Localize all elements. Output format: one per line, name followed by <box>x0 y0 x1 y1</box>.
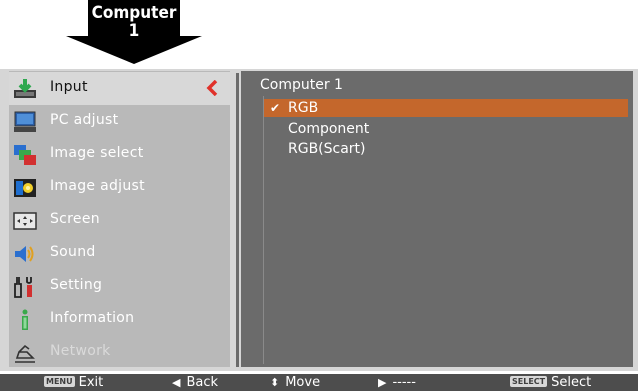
select-hint: SELECT Select <box>510 374 591 391</box>
callout-line2: 1 <box>128 21 140 41</box>
menu-item-label: Network <box>50 343 111 359</box>
menu-item-pc-adjust[interactable]: PC adjust <box>9 105 230 138</box>
main-menu: Input PC adjust Image select Image adjus… <box>9 71 230 367</box>
option-rgb[interactable]: ✔ RGB <box>264 99 628 117</box>
exit-label: Exit <box>78 375 104 390</box>
menu-item-information[interactable]: Information <box>9 303 230 336</box>
menu-item-setting[interactable]: Setting <box>9 270 230 303</box>
select-label: Select <box>551 375 592 390</box>
exit-hint: MENU Exit <box>44 374 103 391</box>
menu-item-label: Input <box>50 79 88 95</box>
menu-item-image-adjust[interactable]: Image adjust <box>9 171 230 204</box>
option-label: RGB(Scart) <box>288 141 366 157</box>
menu-item-label: PC adjust <box>50 112 119 128</box>
move-label: Move <box>285 375 321 390</box>
option-label: RGB <box>288 100 319 116</box>
image-select-icon <box>13 144 37 166</box>
source-callout: Computer 1 <box>64 0 204 64</box>
information-icon <box>13 309 37 331</box>
menu-item-sound[interactable]: Sound <box>9 237 230 270</box>
back-label: Back <box>186 375 219 390</box>
back-hint: ◀ Back <box>172 374 218 391</box>
key-guide-bar: MENU Exit ◀ Back ⬍ Move ▶ ----- SELECT Select <box>0 374 638 391</box>
menu-item-label: Sound <box>50 244 96 260</box>
move-hint: ⬍ Move <box>270 374 320 391</box>
panel-divider <box>236 73 239 367</box>
menu-key-icon: MENU <box>44 376 75 387</box>
next-label: ----- <box>392 375 416 390</box>
left-arrow-icon: ◀ <box>172 376 181 389</box>
next-hint: ▶ ----- <box>378 374 416 391</box>
input-icon <box>13 78 37 100</box>
up-down-arrow-icon: ⬍ <box>270 376 280 389</box>
pc-adjust-icon <box>13 111 37 133</box>
submenu-title: Computer 1 <box>260 77 343 93</box>
menu-item-label: Image select <box>50 145 144 161</box>
callout-text: Computer 1 <box>88 4 180 40</box>
callout-line1: Computer <box>91 3 177 23</box>
menu-item-label: Setting <box>50 277 103 293</box>
screen-icon <box>13 210 37 232</box>
menu-item-label: Screen <box>50 211 100 227</box>
menu-item-network[interactable]: Network <box>9 336 230 369</box>
osd-menu: Input PC adjust Image select Image adjus… <box>0 69 638 371</box>
chevron-left-icon <box>206 79 218 97</box>
option-label: Component <box>288 121 370 137</box>
menu-item-screen[interactable]: Screen <box>9 204 230 237</box>
option-rgb-scart[interactable]: RGB(Scart) <box>264 140 628 158</box>
right-arrow-icon: ▶ <box>378 376 387 389</box>
submenu-panel: Computer 1 ✔ RGB Component RGB(Scart) <box>241 71 633 367</box>
submenu-options: ✔ RGB Component RGB(Scart) <box>263 96 630 364</box>
network-icon <box>13 342 37 364</box>
check-icon: ✔ <box>270 101 281 115</box>
menu-item-image-select[interactable]: Image select <box>9 138 230 171</box>
image-adjust-icon <box>13 177 37 199</box>
menu-item-label: Information <box>50 310 135 326</box>
menu-item-label: Image adjust <box>50 178 145 194</box>
setting-icon <box>13 276 37 298</box>
sound-icon <box>13 243 37 265</box>
menu-item-input[interactable]: Input <box>9 72 230 105</box>
select-key-icon: SELECT <box>510 376 548 387</box>
option-component[interactable]: Component <box>264 120 628 138</box>
